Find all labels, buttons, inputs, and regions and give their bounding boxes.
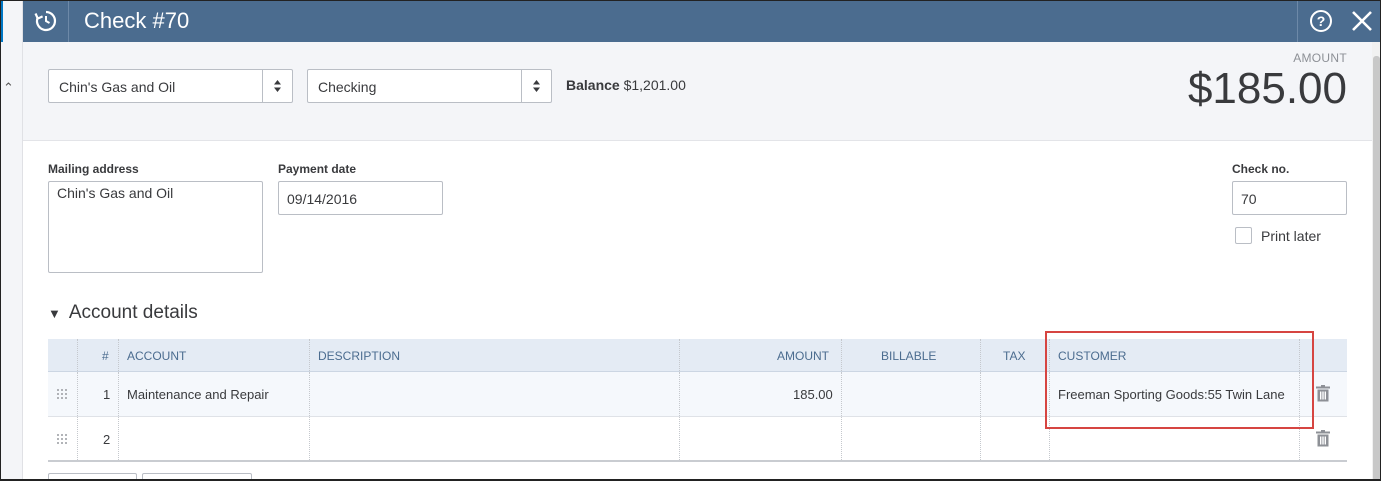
table-header: # ACCOUNT DESCRIPTION AMOUNT BILLABLE TA…: [48, 339, 1347, 372]
column-divider: [1049, 372, 1050, 416]
column-divider: [1049, 339, 1050, 371]
mailing-address-value: Chin's Gas and Oil: [57, 185, 174, 201]
collapse-up-icon[interactable]: ⌃: [3, 80, 14, 96]
check-no-label: Check no.: [1232, 162, 1290, 176]
account-details-title: Account details: [68, 302, 198, 323]
table-row[interactable]: 2: [48, 417, 1347, 462]
payment-date-input[interactable]: 09/14/2016: [278, 181, 443, 215]
column-divider: [77, 339, 78, 371]
print-later-checkbox[interactable]: [1235, 227, 1252, 244]
close-button[interactable]: [1343, 0, 1381, 42]
column-divider: [679, 372, 680, 416]
column-divider: [841, 339, 842, 371]
column-divider: [1299, 372, 1300, 416]
svg-text:?: ?: [1316, 13, 1325, 29]
triangle-down-icon: ▼: [48, 305, 61, 321]
up-down-arrows-icon[interactable]: [262, 70, 292, 102]
column-divider: [841, 372, 842, 416]
column-divider: [980, 372, 981, 416]
column-divider: [679, 417, 680, 460]
trash-icon[interactable]: [1316, 430, 1330, 447]
column-divider: [841, 417, 842, 460]
payment-date-value: 09/14/2016: [287, 191, 358, 207]
balance: Balance $1,201.00: [566, 77, 686, 93]
history-button[interactable]: [23, 0, 69, 42]
dialog-header: Check #70 ?: [23, 0, 1381, 42]
print-later-label: Print later: [1261, 228, 1321, 244]
drag-handle-icon[interactable]: [56, 388, 68, 400]
balance-label: Balance: [566, 77, 620, 93]
dialog-title: Check #70: [84, 8, 190, 33]
check-no-value: 70: [1241, 191, 1257, 207]
row-amount[interactable]: 185.00: [793, 387, 833, 402]
column-divider: [118, 417, 119, 460]
column-header-account: ACCOUNT: [127, 349, 187, 363]
payee-value: Chin's Gas and Oil: [59, 79, 176, 95]
table-row[interactable]: 1 Maintenance and Repair 185.00 Freeman …: [48, 372, 1347, 417]
column-divider: [1299, 339, 1300, 371]
column-header-amount: AMOUNT: [777, 349, 829, 363]
row-number: 1: [103, 387, 111, 402]
column-header-customer: CUSTOMER: [1058, 349, 1127, 363]
column-divider: [679, 339, 680, 371]
scrollbar-thumb[interactable]: [1373, 56, 1380, 481]
drag-handle-icon[interactable]: [56, 433, 68, 445]
amount-label: AMOUNT: [1293, 51, 1347, 65]
up-down-arrows-icon[interactable]: [521, 70, 551, 102]
bank-account-select[interactable]: Checking: [307, 69, 552, 103]
check-no-input[interactable]: 70: [1232, 181, 1347, 215]
clear-all-lines-button[interactable]: [142, 473, 252, 481]
trash-icon[interactable]: [1316, 385, 1330, 402]
mailing-address-label: Mailing address: [48, 162, 139, 176]
row-number: 2: [103, 432, 111, 447]
column-divider: [1299, 417, 1300, 460]
column-divider: [118, 339, 119, 371]
column-divider: [309, 417, 310, 460]
left-active-tab: [0, 0, 23, 42]
payee-select[interactable]: Chin's Gas and Oil: [48, 69, 293, 103]
vertical-scrollbar[interactable]: [1372, 42, 1381, 481]
column-divider: [118, 372, 119, 416]
column-divider: [980, 417, 981, 460]
history-icon: [33, 10, 56, 32]
column-header-number: #: [102, 349, 109, 363]
column-divider: [77, 372, 78, 416]
column-divider: [1049, 417, 1050, 460]
add-lines-button[interactable]: [48, 473, 137, 481]
help-circle-icon: ?: [1309, 10, 1332, 32]
left-side-strip: ⌃: [0, 0, 23, 481]
close-icon: [1352, 11, 1372, 31]
column-header-description: DESCRIPTION: [318, 349, 401, 363]
column-divider: [309, 372, 310, 416]
help-button[interactable]: ?: [1297, 0, 1343, 42]
row-customer[interactable]: Freeman Sporting Goods:55 Twin Lane: [1058, 387, 1285, 402]
column-header-tax: TAX: [1003, 349, 1026, 363]
bank-account-value: Checking: [318, 79, 377, 95]
column-divider: [309, 339, 310, 371]
amount-total: $185.00: [1187, 64, 1347, 113]
balance-value: $1,201.00: [623, 77, 686, 93]
column-divider: [980, 339, 981, 371]
column-header-billable: BILLABLE: [881, 349, 937, 363]
account-details-toggle[interactable]: ▼ Account details: [48, 302, 198, 324]
column-divider: [77, 417, 78, 460]
row-account[interactable]: Maintenance and Repair: [127, 387, 269, 402]
mailing-address-textarea[interactable]: Chin's Gas and Oil: [48, 181, 263, 273]
payment-date-label: Payment date: [278, 162, 357, 176]
